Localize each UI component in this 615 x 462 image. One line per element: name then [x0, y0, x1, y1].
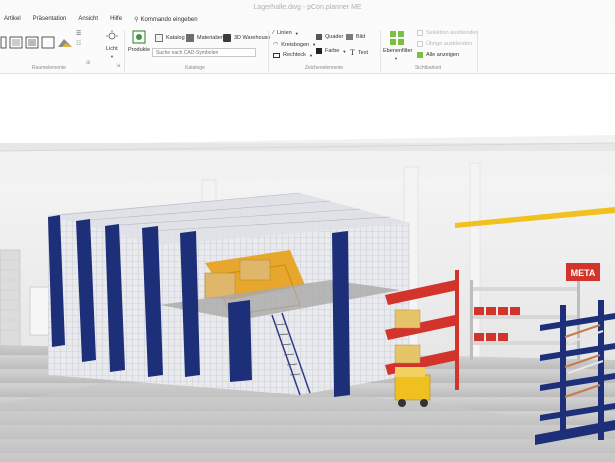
- chevron-down-icon: ▼: [308, 52, 313, 58]
- hide-selection-icon: [417, 30, 423, 36]
- color-icon: [316, 48, 322, 54]
- layer-filter-icon[interactable]: [389, 30, 405, 46]
- text-button[interactable]: T Text: [350, 48, 368, 57]
- room-elements-icons[interactable]: [0, 34, 80, 52]
- menu-item-ansicht[interactable]: Ansicht: [78, 16, 98, 23]
- uebrige-ausblenden-button[interactable]: Übrige ausblenden: [417, 41, 472, 47]
- chevron-down-icon: ▼: [342, 48, 347, 54]
- command-entry[interactable]: ⚲ Kommando eingeben: [134, 16, 209, 23]
- group-label-zeichenelemente: Zeichenelemente: [304, 65, 344, 71]
- window-title: Lagerhalle.dwg - pCon.planner ME: [253, 4, 362, 11]
- group-label-raumelemente: Raumelemente: [32, 65, 66, 71]
- warehouse-scene: META: [0, 135, 615, 462]
- group-label-sichtbarkeit: Sichtbarkeit: [414, 65, 442, 71]
- 3d-warehouse-button[interactable]: 3D Warehouse: [223, 34, 270, 42]
- dialog-launcher-icon[interactable]: ⇲: [116, 63, 120, 69]
- chevron-down-icon: ▼: [294, 30, 299, 36]
- menu-bar: Lagerhalle.dwg - pCon.planner ME Artikel…: [0, 0, 615, 26]
- group-label-kataloge: Kataloge: [185, 65, 205, 71]
- linien-button[interactable]: ∕ Linien ▼: [273, 30, 299, 36]
- meta-sign-text: META: [571, 268, 596, 278]
- materials-icon: [186, 34, 194, 42]
- quader-button[interactable]: Quader: [316, 34, 343, 40]
- materialien-button[interactable]: Materialien: [186, 34, 224, 42]
- chevron-down-icon[interactable]: ▼: [110, 54, 114, 59]
- chevron-down-icon[interactable]: ▼: [394, 56, 398, 61]
- warehouse-icon: [223, 34, 231, 42]
- lightbulb-icon: ⚲: [134, 17, 139, 23]
- show-all-icon: [417, 52, 423, 58]
- ribbon: ☰ ☷ ⊞ Raumelemente ⇲ Licht ▼ Produkte Ka…: [0, 26, 615, 74]
- cube-icon: [316, 34, 322, 40]
- katalog-button[interactable]: Katalog: [155, 34, 185, 42]
- chevron-down-icon: ▼: [312, 42, 317, 47]
- rectangle-icon: [273, 52, 280, 58]
- produkte-button[interactable]: Produkte: [128, 47, 150, 53]
- cad-symbol-search-input[interactable]: [152, 48, 256, 57]
- ribbon-separator: [477, 30, 478, 72]
- hide-others-icon: [417, 41, 423, 47]
- window-icon[interactable]: ☷: [76, 40, 81, 47]
- light-icon[interactable]: [104, 30, 120, 42]
- rechteck-button[interactable]: Rechteck ▼: [273, 52, 313, 58]
- stair-icon[interactable]: ☰: [76, 30, 81, 37]
- selektion-ausblenden-button[interactable]: Selektion ausblenden: [417, 30, 479, 36]
- bild-button[interactable]: Bild: [346, 34, 365, 40]
- line-icon: ∕: [273, 30, 275, 36]
- text-icon: T: [350, 48, 355, 57]
- main-menu: Artikel Präsentation Ansicht Hilfe ⚲ Komm…: [4, 16, 222, 23]
- licht-button[interactable]: Licht: [106, 46, 118, 52]
- catalog-icon: [155, 34, 163, 42]
- menu-item-hilfe[interactable]: Hilfe: [110, 16, 122, 23]
- kreisbogen-button[interactable]: ◠ Kreisbogen ▼: [273, 41, 317, 49]
- arc-icon: ◠: [273, 42, 279, 48]
- menu-item-praesentation[interactable]: Präsentation: [33, 16, 67, 23]
- ebenenfilter-button[interactable]: Ebenenfilter: [383, 48, 412, 54]
- image-icon: [346, 34, 353, 40]
- 3d-viewport[interactable]: META: [0, 75, 615, 462]
- alle-anzeigen-button[interactable]: Alle anzeigen: [417, 52, 459, 58]
- products-icon[interactable]: [132, 30, 146, 44]
- farbe-button[interactable]: Farbe ▼: [316, 48, 346, 54]
- menu-item-artikel[interactable]: Artikel: [4, 16, 21, 23]
